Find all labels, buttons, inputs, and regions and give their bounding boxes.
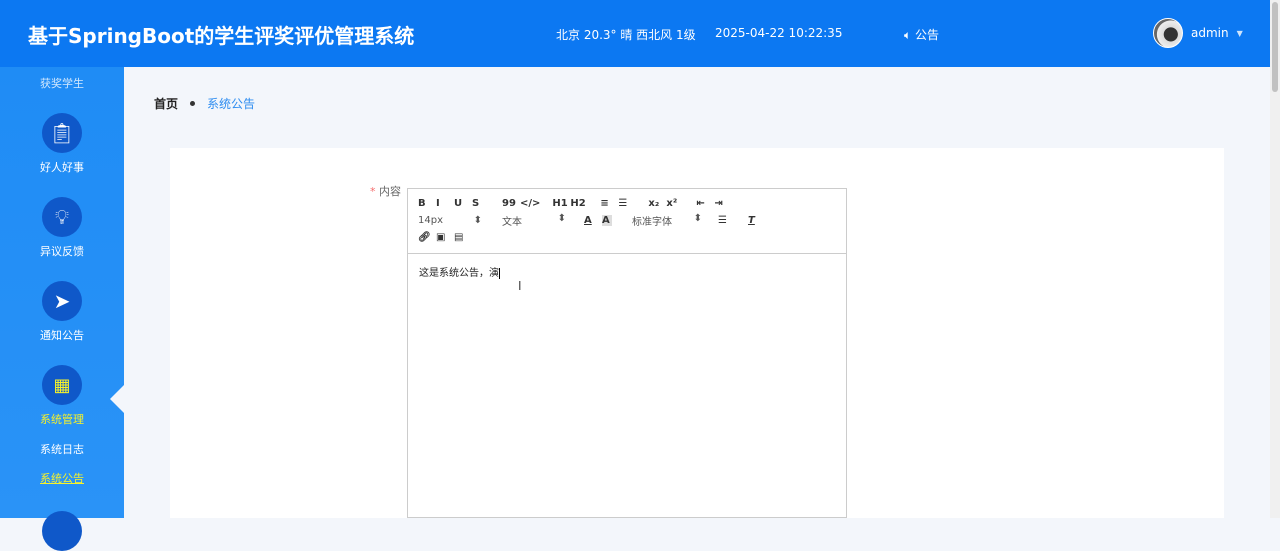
toolbar-button[interactable]: H2 xyxy=(570,198,588,209)
toolbar-button[interactable]: ⇥ xyxy=(714,198,732,209)
align-button[interactable]: ☰ xyxy=(718,215,748,226)
paper-plane-icon: ➤ xyxy=(42,281,82,321)
sidebar-item-system[interactable]: ▦ 系统管理 xyxy=(0,365,124,427)
notice-button[interactable]: 🔈︎ 公告 xyxy=(904,26,939,43)
toolbar-button[interactable]: B xyxy=(418,198,436,209)
background-color-button[interactable]: A xyxy=(602,215,612,226)
sidebar-item-awards[interactable]: 获奖学生 xyxy=(0,75,124,91)
sidebar-item-good-deeds[interactable]: 📋︎ 好人好事 xyxy=(0,113,124,175)
toolbar-button[interactable]: I xyxy=(436,198,454,209)
sidebar-item-notices[interactable]: ➤ 通知公告 xyxy=(0,281,124,343)
editor-content[interactable]: 这是系统公告，演 xyxy=(408,254,846,289)
username: admin xyxy=(1191,26,1229,40)
toolbar-button[interactable]: x² xyxy=(666,198,684,209)
lightbulb-icon: 💡︎ xyxy=(42,197,82,237)
link-icon[interactable]: 🔗︎ xyxy=(418,232,436,243)
text-cursor-icon: I xyxy=(518,279,522,293)
toolbar-button[interactable]: S xyxy=(472,198,490,209)
weather-info: 北京 20.3° 晴 西北风 1级 xyxy=(556,28,696,42)
image-icon[interactable]: ▣ xyxy=(436,232,454,243)
top-header: 基于SpringBoot的学生评奖评优管理系统 北京 20.3° 晴 西北风 1… xyxy=(0,0,1270,67)
font-size-select[interactable]: 14px ⬍ xyxy=(418,215,498,226)
toolbar-button[interactable]: U xyxy=(454,198,472,209)
sidebar-item-feedback[interactable]: 💡︎ 异议反馈 xyxy=(0,197,124,259)
toolbar-button[interactable]: 99 xyxy=(502,198,520,209)
clear-format-button[interactable]: T xyxy=(748,215,766,226)
app-title: 基于SpringBoot的学生评奖评优管理系统 xyxy=(28,24,415,48)
font-family-select[interactable]: 标准字体 ⬍ xyxy=(632,213,712,228)
more-icon[interactable] xyxy=(42,511,82,551)
speaker-icon: 🔈︎ xyxy=(904,28,916,42)
sidebar-sub-logs[interactable]: 系统日志 xyxy=(0,441,124,457)
grid-icon: ▦ xyxy=(42,365,82,405)
toolbar-button[interactable]: ≡ xyxy=(600,198,618,209)
clipboard-icon: 📋︎ xyxy=(42,113,82,153)
rich-text-editor: B I U S 99 </> H1 H2 ≡ ☰ x₂ x² ⇤ ⇥ 14px ⬍ 文本 ⬍ A A 标准字体… xyxy=(407,188,847,518)
font-color-button[interactable]: A xyxy=(584,215,602,226)
notice-label: 公告 xyxy=(915,28,940,42)
scrollbar[interactable] xyxy=(1270,0,1280,518)
toolbar-button[interactable]: x₂ xyxy=(648,198,666,209)
breadcrumb-current[interactable]: 系统公告 xyxy=(207,97,255,111)
caret-down-icon: ▼ xyxy=(1236,28,1243,38)
breadcrumb: 首页 系统公告 xyxy=(154,95,255,112)
toolbar-button[interactable]: H1 xyxy=(552,198,570,209)
avatar xyxy=(1153,18,1183,48)
editor-toolbar: B I U S 99 </> H1 H2 ≡ ☰ x₂ x² ⇤ ⇥ 14px ⬍ 文本 ⬍ A A 标准字体… xyxy=(408,189,846,254)
toolbar-button[interactable]: ⇤ xyxy=(696,198,714,209)
video-icon[interactable]: ▤ xyxy=(454,232,472,243)
breadcrumb-home[interactable]: 首页 xyxy=(154,97,178,111)
content-label: * 内容 xyxy=(370,185,401,198)
datetime: 2025-04-22 10:22:35 xyxy=(715,26,843,40)
toolbar-button[interactable]: ☰ xyxy=(618,198,636,209)
header-select[interactable]: 文本 ⬍ xyxy=(502,213,582,228)
sidebar: 获奖学生 📋︎ 好人好事 💡︎ 异议反馈 ➤ 通知公告 ▦ 系统管理 系统日志 系统公告 xyxy=(0,67,124,551)
active-indicator xyxy=(110,385,124,413)
user-menu[interactable]: admin ▼ xyxy=(1153,18,1243,48)
sidebar-sub-announcements[interactable]: 系统公告 xyxy=(0,470,124,486)
toolbar-button[interactable]: </> xyxy=(520,198,540,209)
